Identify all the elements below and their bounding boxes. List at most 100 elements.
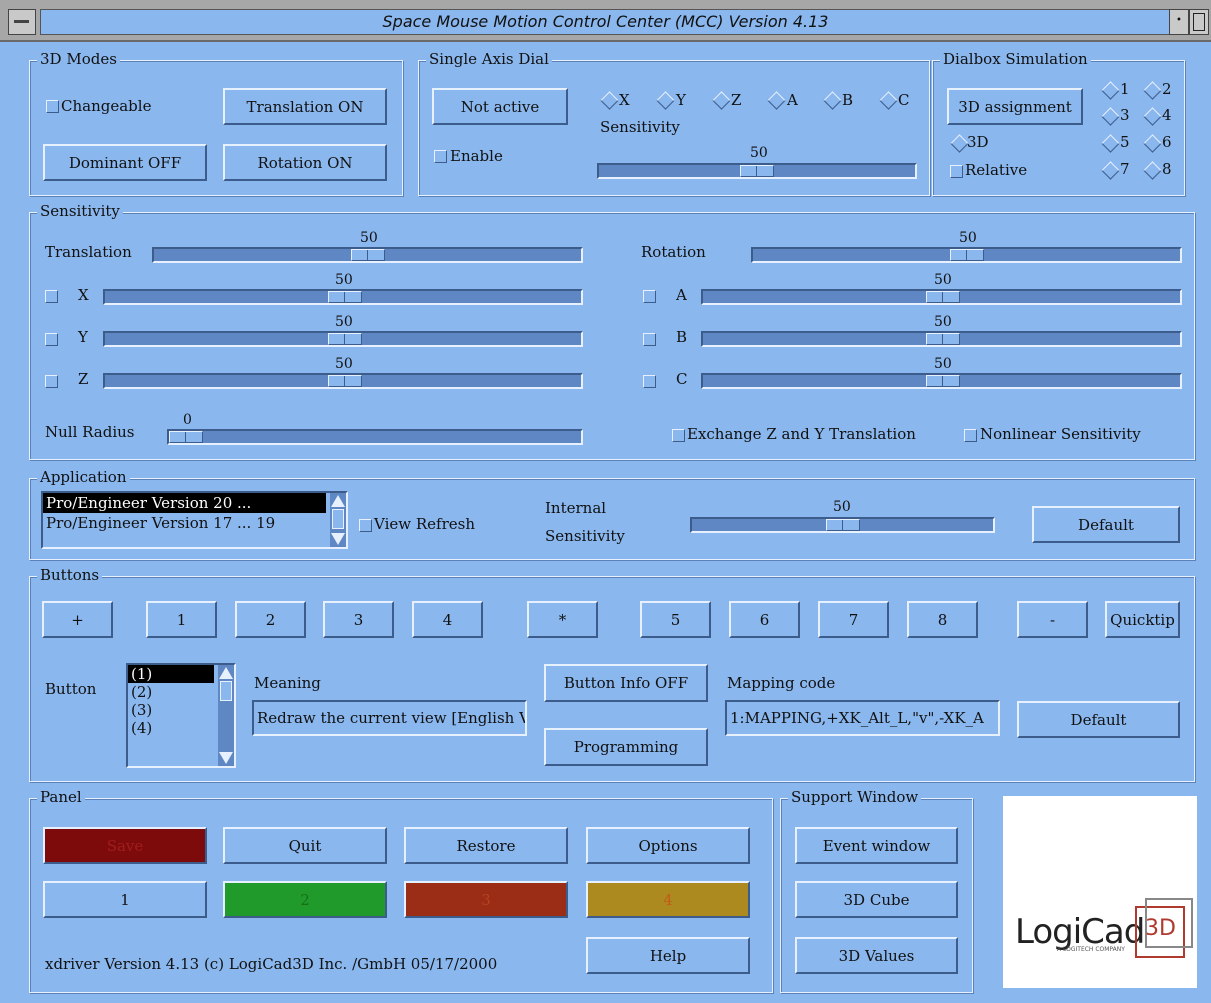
quit-button[interactable]: Quit bbox=[223, 827, 387, 864]
save-button[interactable]: Save bbox=[43, 827, 207, 864]
key-star-button[interactable]: * bbox=[527, 601, 598, 638]
logo-tagline: A LOGITECH COMPANY bbox=[1057, 946, 1125, 953]
b-checkbox[interactable] bbox=[643, 333, 656, 346]
changeable-checkbox[interactable] bbox=[46, 100, 59, 113]
programming-button[interactable]: Programming bbox=[544, 728, 708, 766]
slider-thumb[interactable] bbox=[328, 375, 362, 387]
group-title: Panel bbox=[37, 788, 85, 806]
not-active-button[interactable]: Not active bbox=[432, 88, 568, 125]
enable-checkbox[interactable] bbox=[434, 150, 447, 163]
mapping-default-button[interactable]: Default bbox=[1017, 701, 1180, 738]
key-8-button[interactable]: 8 bbox=[907, 601, 978, 638]
restore-button[interactable]: Restore bbox=[404, 827, 568, 864]
3d-values-button[interactable]: 3D Values bbox=[795, 937, 958, 974]
a-slider[interactable] bbox=[701, 289, 1182, 305]
internal-sensitivity-slider[interactable] bbox=[690, 517, 995, 533]
b-label: B bbox=[676, 328, 688, 346]
rotation-toggle-button[interactable]: Rotation ON bbox=[223, 144, 387, 181]
slider-thumb[interactable] bbox=[169, 431, 203, 443]
key-4-button[interactable]: 4 bbox=[412, 601, 483, 638]
exchange-zy-checkbox[interactable] bbox=[672, 429, 685, 442]
meaning-field[interactable]: Redraw the current view [English Versi bbox=[252, 700, 527, 736]
list-item[interactable]: (1) bbox=[128, 665, 214, 683]
view-refresh-checkbox[interactable] bbox=[359, 519, 372, 532]
a-value: 50 bbox=[934, 272, 952, 288]
translation-toggle-button[interactable]: Translation ON bbox=[223, 88, 387, 125]
dial-4-label: 4 bbox=[1162, 106, 1172, 124]
y-slider[interactable] bbox=[103, 331, 583, 347]
scroll-thumb[interactable] bbox=[220, 681, 232, 701]
key-3-button[interactable]: 3 bbox=[323, 601, 394, 638]
mapping-code-field[interactable]: 1:MAPPING,+XK_Alt_L,"v",-XK_A bbox=[725, 700, 1000, 736]
button-list[interactable]: (1) (2) (3) (4) bbox=[126, 663, 236, 768]
z-checkbox[interactable] bbox=[45, 375, 58, 388]
logo-mark: 3D bbox=[1145, 916, 1176, 941]
c-checkbox[interactable] bbox=[643, 375, 656, 388]
null-radius-slider[interactable] bbox=[167, 429, 583, 445]
key-2-button[interactable]: 2 bbox=[235, 601, 306, 638]
application-list[interactable]: Pro/Engineer Version 20 ... Pro/Engineer… bbox=[41, 491, 348, 549]
slider-thumb[interactable] bbox=[328, 291, 362, 303]
x-checkbox[interactable] bbox=[45, 290, 58, 303]
dial-sensitivity-slider[interactable] bbox=[597, 163, 917, 179]
key-minus-button[interactable]: - bbox=[1017, 601, 1088, 638]
preset-2-button[interactable]: 2 bbox=[223, 881, 387, 918]
dial-1-label: 1 bbox=[1120, 80, 1130, 98]
key-plus-button[interactable]: + bbox=[42, 601, 113, 638]
3d-assignment-button[interactable]: 3D assignment bbox=[947, 88, 1083, 125]
nonlinear-checkbox[interactable] bbox=[964, 429, 977, 442]
options-button[interactable]: Options bbox=[586, 827, 750, 864]
a-checkbox[interactable] bbox=[643, 290, 656, 303]
button-info-toggle[interactable]: Button Info OFF bbox=[544, 664, 708, 702]
slider-thumb[interactable] bbox=[926, 333, 960, 345]
scroll-thumb[interactable] bbox=[332, 509, 344, 529]
slider-thumb[interactable] bbox=[926, 291, 960, 303]
scroll-down-icon[interactable] bbox=[219, 752, 233, 764]
internal-sensitivity-value: 50 bbox=[833, 499, 851, 515]
slider-thumb[interactable] bbox=[328, 333, 362, 345]
3d-cube-button[interactable]: 3D Cube bbox=[795, 881, 958, 918]
slider-thumb[interactable] bbox=[826, 519, 860, 531]
scroll-up-icon[interactable] bbox=[331, 495, 345, 507]
scroll-down-icon[interactable] bbox=[331, 533, 345, 545]
c-slider[interactable] bbox=[701, 373, 1182, 389]
preset-4-button[interactable]: 4 bbox=[586, 881, 750, 918]
slider-thumb[interactable] bbox=[926, 375, 960, 387]
group-title: 3D Modes bbox=[37, 50, 120, 68]
application-default-button[interactable]: Default bbox=[1032, 506, 1180, 543]
x-slider[interactable] bbox=[103, 289, 583, 305]
scroll-up-icon[interactable] bbox=[219, 667, 233, 679]
key-5-button[interactable]: 5 bbox=[640, 601, 711, 638]
preset-3-button[interactable]: 3 bbox=[404, 881, 568, 918]
slider-thumb[interactable] bbox=[740, 165, 774, 177]
button-list-scrollbar[interactable] bbox=[218, 665, 234, 766]
key-6-button[interactable]: 6 bbox=[729, 601, 800, 638]
slider-thumb[interactable] bbox=[351, 249, 385, 261]
key-1-button[interactable]: 1 bbox=[146, 601, 217, 638]
z-slider[interactable] bbox=[103, 373, 583, 389]
dial-2-label: 2 bbox=[1162, 80, 1172, 98]
slider-thumb[interactable] bbox=[950, 249, 984, 261]
window-menu-icon[interactable] bbox=[8, 9, 36, 35]
relative-checkbox[interactable] bbox=[950, 165, 963, 178]
meaning-label: Meaning bbox=[254, 674, 321, 692]
translation-slider[interactable] bbox=[152, 247, 583, 263]
help-button[interactable]: Help bbox=[586, 937, 750, 974]
list-item[interactable]: Pro/Engineer Version 17 ... 19 bbox=[43, 513, 346, 533]
event-window-button[interactable]: Event window bbox=[795, 827, 958, 864]
key-7-button[interactable]: 7 bbox=[818, 601, 889, 638]
exchange-zy-label: Exchange Z and Y Translation bbox=[687, 425, 916, 443]
minimize-icon[interactable]: • bbox=[1169, 9, 1189, 35]
preset-1-button[interactable]: 1 bbox=[43, 881, 207, 918]
maximize-icon[interactable] bbox=[1189, 9, 1209, 35]
quicktip-button[interactable]: Quicktip bbox=[1105, 601, 1180, 638]
window-title: Space Mouse Motion Control Center (MCC) … bbox=[40, 9, 1171, 35]
rotation-slider[interactable] bbox=[751, 247, 1182, 263]
x-value: 50 bbox=[335, 272, 353, 288]
b-slider[interactable] bbox=[701, 331, 1182, 347]
dominant-toggle-button[interactable]: Dominant OFF bbox=[43, 144, 207, 181]
y-checkbox[interactable] bbox=[45, 333, 58, 346]
dial-3d-label: 3D bbox=[967, 133, 989, 151]
list-item[interactable]: Pro/Engineer Version 20 ... bbox=[43, 493, 326, 513]
application-list-scrollbar[interactable] bbox=[330, 493, 346, 547]
